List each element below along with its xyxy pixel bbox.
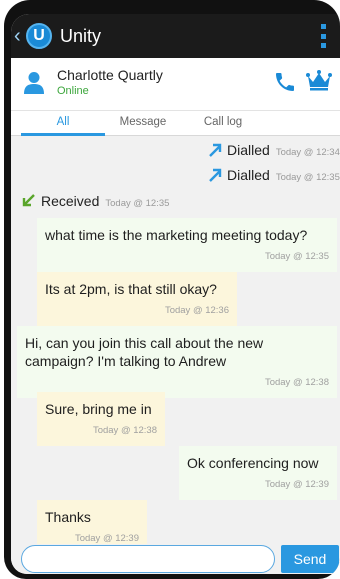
message-text: Ok conferencing now [187,455,319,471]
app-screen: ‹ U Unity Charlotte Quartly Online All M… [11,14,340,574]
call-log-entry: Received Today @ 12:35 [21,193,169,209]
contact-status: Online [57,85,89,97]
conversation[interactable]: Dialled Today @ 12:34 Dialled Today @ 12… [11,136,340,554]
arrow-up-right-icon [209,168,222,182]
message-input[interactable] [21,545,275,573]
message-text: Hi, can you join this call about the new… [25,335,264,369]
message-time: Today @ 12:36 [164,305,229,316]
tab-call-log[interactable]: Call log [189,111,257,136]
call-log-entry: Dialled Today @ 12:35 [207,167,340,183]
app-logo-letter: U [33,27,45,44]
message-time: Today @ 12:38 [264,377,329,388]
app-title: Unity [60,25,102,46]
message-text: what time is the marketing meeting today… [45,227,308,243]
action-bar: ‹ U Unity [11,14,340,58]
call-log-entry: Dialled Today @ 12:34 [207,142,340,158]
person-icon [24,72,44,94]
crown-icon[interactable] [305,68,333,92]
message-text: Thanks [45,509,91,525]
call-label: Dialled [227,167,270,183]
phone-frame: ‹ U Unity Charlotte Quartly Online All M… [4,0,340,579]
message-bubble[interactable]: Ok conferencing now Today @ 12:39 [179,446,337,500]
message-time: Today @ 12:39 [264,479,329,490]
message-bubble[interactable]: Sure, bring me in Today @ 12:38 [37,392,165,446]
call-time: Today @ 12:35 [105,198,170,209]
call-label: Dialled [227,142,270,158]
overflow-menu-icon[interactable] [321,24,327,48]
message-time: Today @ 12:38 [92,425,157,436]
arrow-down-left-icon [22,194,35,207]
message-bubble[interactable]: what time is the marketing meeting today… [37,218,337,272]
composer: Send [11,544,340,574]
call-time: Today @ 12:34 [275,147,340,158]
tab-message[interactable]: Message [107,111,179,136]
arrow-up-right-icon [209,143,222,157]
message-bubble[interactable]: Hi, can you join this call about the new… [17,326,337,398]
call-label: Received [41,193,100,209]
message-time: Today @ 12:35 [264,251,329,262]
send-button[interactable]: Send [281,545,339,573]
tab-bar: All Message Call log [11,110,340,136]
message-text: Its at 2pm, is that still okay? [45,281,217,297]
chevron-left-icon[interactable]: ‹ [14,26,26,46]
phone-icon[interactable] [273,70,297,94]
contact-name: Charlotte Quartly [57,67,163,83]
app-logo[interactable]: U [26,23,52,49]
tab-all[interactable]: All [21,111,105,136]
message-bubble[interactable]: Its at 2pm, is that still okay? Today @ … [37,272,237,326]
contact-header: Charlotte Quartly Online [11,58,340,110]
call-time: Today @ 12:35 [275,172,340,183]
message-text: Sure, bring me in [45,401,152,417]
